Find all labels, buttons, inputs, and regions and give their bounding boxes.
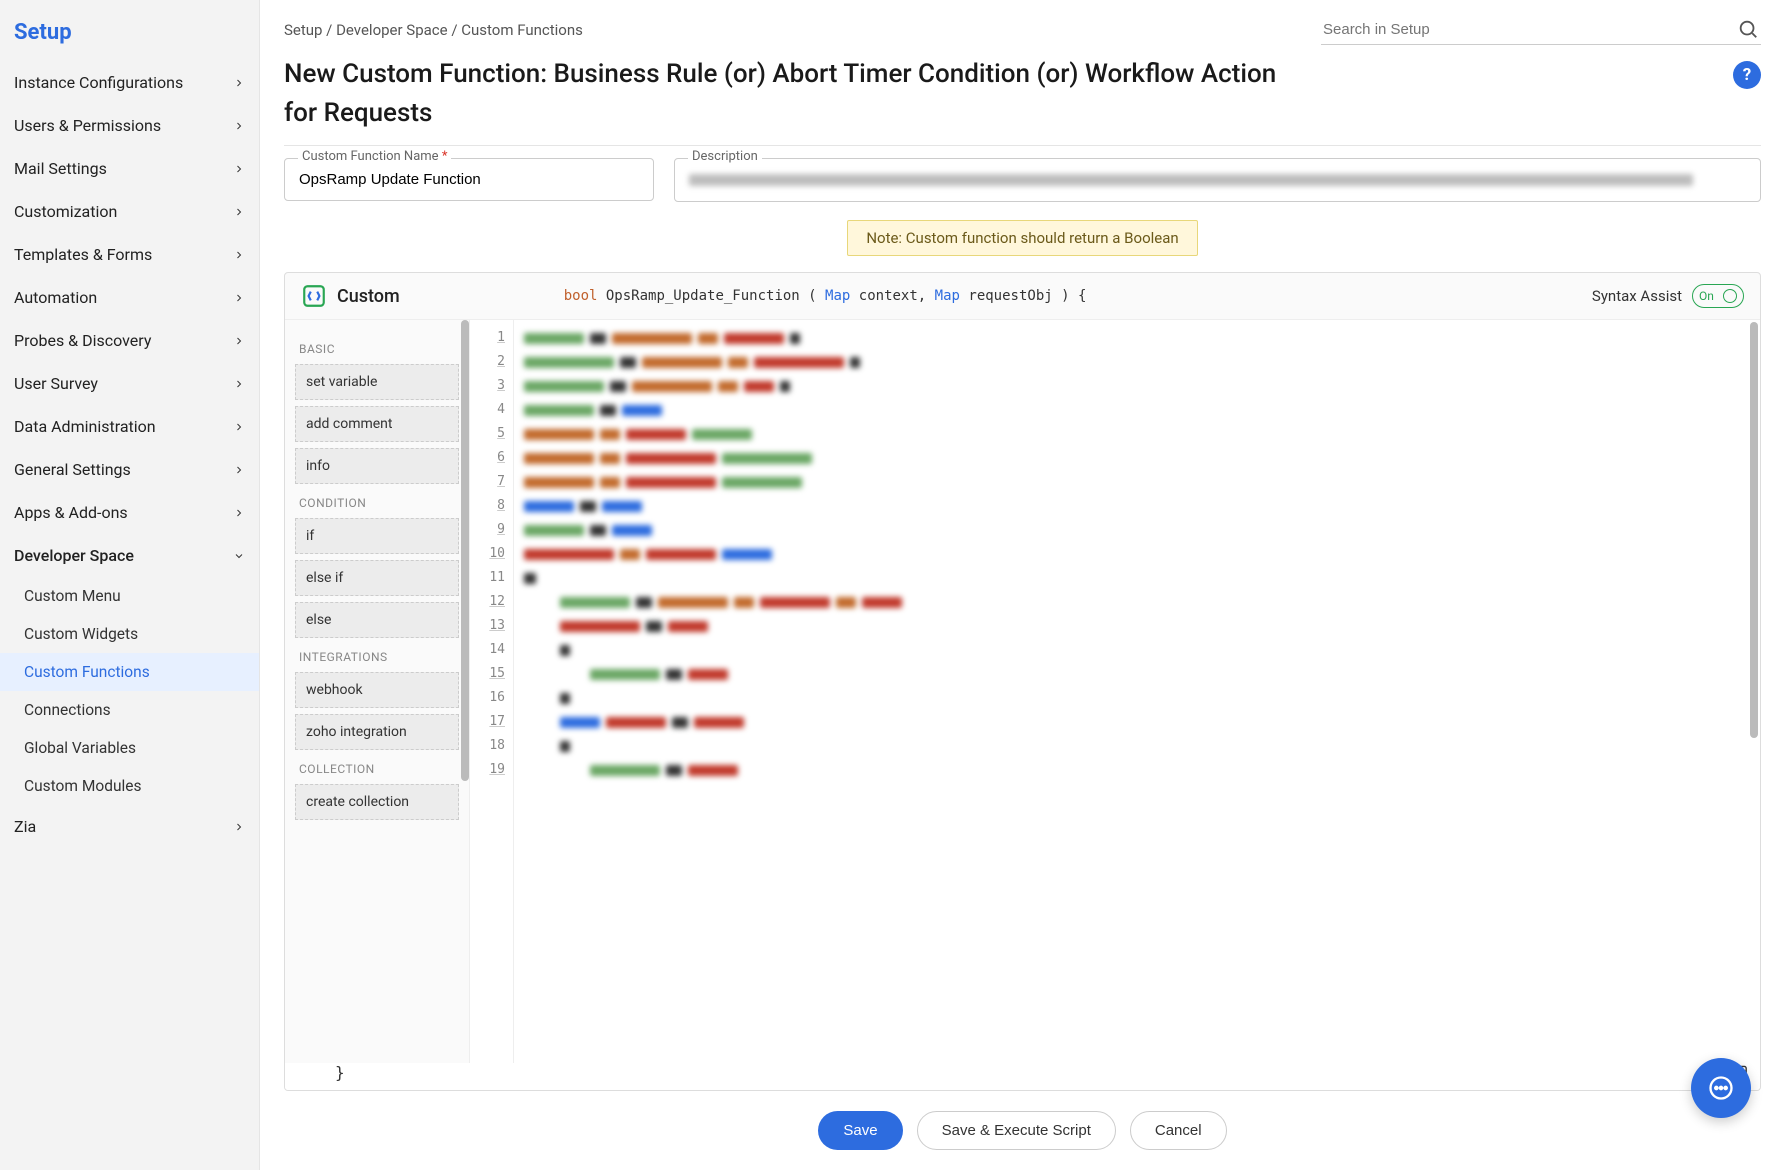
chevron-right-icon — [233, 163, 245, 175]
nav-item-templates-forms[interactable]: Templates & Forms — [0, 233, 259, 276]
search-input[interactable] — [1323, 21, 1729, 38]
search-icon — [1737, 18, 1759, 40]
closing-brace: } — [285, 1063, 1760, 1090]
footer-actions: Save Save & Execute Script Cancel — [284, 1091, 1761, 1170]
function-name-input[interactable] — [284, 158, 654, 201]
code-scrollbar[interactable] — [1750, 322, 1758, 738]
chevron-right-icon — [233, 249, 245, 261]
chevron-down-icon — [233, 550, 245, 562]
snippet-zoho-integration[interactable]: zoho integration — [295, 714, 459, 750]
description-input[interactable] — [674, 158, 1761, 202]
palette-section-title: COLLECTION — [299, 762, 455, 776]
chevron-right-icon — [233, 821, 245, 833]
nav-item-mail-settings[interactable]: Mail Settings — [0, 147, 259, 190]
palette-scrollbar[interactable] — [461, 320, 469, 781]
description-field: Description — [674, 158, 1761, 202]
field-label: Custom Function Name * — [298, 149, 451, 164]
sidebar-title: Setup — [0, 12, 259, 61]
nav-item-customization[interactable]: Customization — [0, 190, 259, 233]
palette-section-title: BASIC — [299, 342, 455, 356]
sub-item-custom-functions[interactable]: Custom Functions — [0, 653, 259, 691]
snippet-webhook[interactable]: webhook — [295, 672, 459, 708]
chevron-right-icon — [233, 206, 245, 218]
nav-item-probes-discovery[interactable]: Probes & Discovery — [0, 319, 259, 362]
nav-item-apps-add-ons[interactable]: Apps & Add-ons — [0, 491, 259, 534]
palette-section-title: CONDITION — [299, 496, 455, 510]
search-box[interactable] — [1321, 14, 1761, 45]
breadcrumb[interactable]: Setup / Developer Space / Custom Functio… — [284, 21, 583, 39]
snippet-info[interactable]: info — [295, 448, 459, 484]
function-name-field: Custom Function Name * — [284, 158, 654, 202]
chevron-right-icon — [233, 292, 245, 304]
code-editor-card: Custom bool OpsRamp_Update_Function ( Ma… — [284, 272, 1761, 1091]
code-editor[interactable]: 12345678910111213141516171819 — [470, 320, 1760, 1063]
nav-item-developer-space[interactable]: Developer Space — [0, 534, 259, 577]
chevron-right-icon — [233, 464, 245, 476]
syntax-assist-label: Syntax Assist — [1592, 287, 1682, 305]
syntax-assist-toggle[interactable]: On — [1692, 284, 1744, 308]
chevron-right-icon — [233, 507, 245, 519]
chevron-right-icon — [233, 120, 245, 132]
function-signature: bool OpsRamp_Update_Function ( Map conte… — [564, 288, 1578, 304]
palette-section-title: INTEGRATIONS — [299, 650, 455, 664]
nav-item-zia[interactable]: Zia — [0, 805, 259, 848]
custom-label: Custom — [337, 286, 400, 307]
snippet-add-comment[interactable]: add comment — [295, 406, 459, 442]
chevron-right-icon — [233, 378, 245, 390]
snippet-else-if[interactable]: else if — [295, 560, 459, 596]
chat-fab[interactable] — [1691, 1058, 1751, 1118]
sub-item-custom-menu[interactable]: Custom Menu — [0, 577, 259, 615]
save-button[interactable]: Save — [818, 1111, 902, 1150]
nav-item-instance-configurations[interactable]: Instance Configurations — [0, 61, 259, 104]
snippet-set-variable[interactable]: set variable — [295, 364, 459, 400]
nav-item-automation[interactable]: Automation — [0, 276, 259, 319]
sidebar: Setup Instance ConfigurationsUsers & Per… — [0, 0, 260, 1170]
snippet-else[interactable]: else — [295, 602, 459, 638]
page-title: New Custom Function: Business Rule (or) … — [284, 55, 1279, 133]
chevron-right-icon — [233, 335, 245, 347]
nav-item-general-settings[interactable]: General Settings — [0, 448, 259, 491]
field-label: Description — [688, 149, 762, 164]
sub-item-custom-modules[interactable]: Custom Modules — [0, 767, 259, 805]
sub-item-custom-widgets[interactable]: Custom Widgets — [0, 615, 259, 653]
chat-icon — [1707, 1074, 1735, 1102]
snippet-if[interactable]: if — [295, 518, 459, 554]
sub-item-connections[interactable]: Connections — [0, 691, 259, 729]
chevron-right-icon — [233, 421, 245, 433]
custom-function-icon — [301, 283, 327, 309]
note-banner: Note: Custom function should return a Bo… — [847, 220, 1197, 256]
main: Setup / Developer Space / Custom Functio… — [260, 0, 1785, 1170]
nav-item-data-administration[interactable]: Data Administration — [0, 405, 259, 448]
nav-item-users-permissions[interactable]: Users & Permissions — [0, 104, 259, 147]
snippet-palette: BASIC set variable add comment info CONDITIO… — [285, 320, 470, 1063]
snippet-create-collection[interactable]: create collection — [295, 784, 459, 820]
cancel-button[interactable]: Cancel — [1130, 1111, 1227, 1150]
help-button[interactable]: ? — [1733, 61, 1761, 89]
nav-item-user-survey[interactable]: User Survey — [0, 362, 259, 405]
save-execute-button[interactable]: Save & Execute Script — [917, 1111, 1116, 1150]
sub-item-global-variables[interactable]: Global Variables — [0, 729, 259, 767]
chevron-right-icon — [233, 77, 245, 89]
